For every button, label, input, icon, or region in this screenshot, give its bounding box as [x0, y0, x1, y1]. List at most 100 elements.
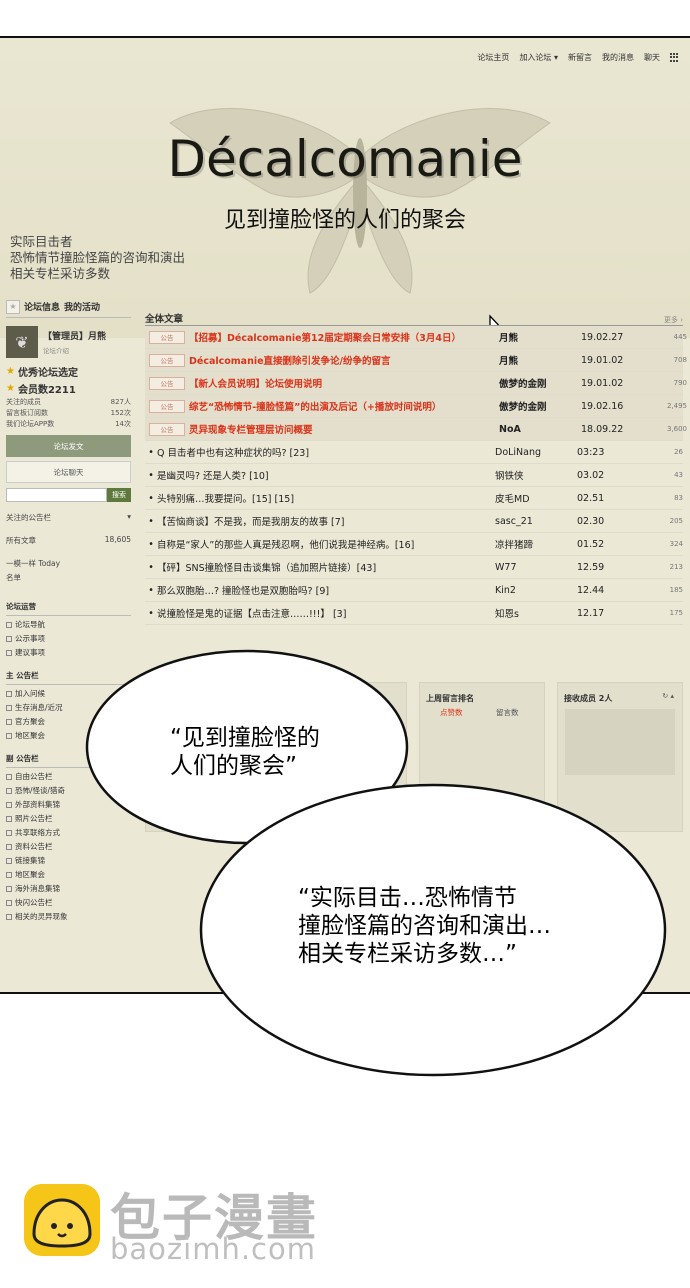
notice-row[interactable]: 公告 Décalcomanie直接删除引发争论/纷争的留言 月熊 19.01.0… [145, 349, 687, 372]
board-link[interactable]: 地区聚会 [6, 731, 131, 741]
search-button[interactable]: 搜索 [107, 488, 131, 502]
post-author[interactable]: 凉拌猪蹄 [495, 537, 577, 551]
nav-home-link[interactable]: 论坛主页 [477, 52, 509, 63]
tags-link[interactable]: 名单 [6, 572, 131, 583]
board-link[interactable]: 官方聚会 [6, 717, 131, 727]
admin-profile[interactable]: ❦ 【管理员】月熊 论坛介绍 [6, 326, 131, 358]
post-title[interactable]: 综艺“恐怖情节-撞脸怪篇”的出演及后记（+播放时间说明） [189, 399, 499, 413]
nav-chat-link[interactable]: 聊天 [644, 52, 660, 63]
board-link[interactable]: 资料公告栏 [6, 842, 131, 852]
board-link[interactable]: 公示事项 [6, 634, 131, 644]
board-link[interactable]: 外部资料集锦 [6, 800, 131, 810]
notice-badge: 公告 [149, 353, 185, 367]
site-subtitle: 见到撞脸怪的人们的聚会 [223, 208, 466, 233]
post-title[interactable]: Q 目击者中也有这种症状的吗? [23] [157, 445, 495, 459]
notice-row[interactable]: 公告 灵异现象专栏管理层访问概要 NoA 18.09.22 3,600 [145, 418, 687, 441]
post-author[interactable]: 知恩s [495, 606, 577, 620]
butterfly-banner-image [169, 108, 551, 294]
board-link[interactable]: 共享联络方式 [6, 828, 131, 838]
post-row[interactable]: • 是幽灵吗? 还是人类? [10] 钢铁侠 03.02 43 [145, 464, 683, 487]
intro-line: 实际目击者 [10, 234, 73, 249]
write-post-button[interactable]: 论坛发文 [6, 435, 131, 457]
post-row[interactable]: • 【苦恼商谈】不是我，而是我朋友的故事 [7] sasc_21 02.30 2… [145, 510, 683, 533]
more-link[interactable]: 更多 › [664, 315, 683, 325]
post-time: 02.51 [577, 492, 605, 504]
ranking-col[interactable]: 访问 [361, 707, 376, 718]
post-title[interactable]: 【招募】Décalcomanie第12届定期聚会日常安排（3月4日） [189, 330, 499, 344]
post-row[interactable]: • 说撞脸怪是鬼的证据【点击注意……!!!】 [3] 知恩s 12.17 175 [145, 602, 683, 625]
post-title[interactable]: 【苦恼商谈】不是我，而是我朋友的故事 [7] [157, 514, 495, 528]
nav-messages-link[interactable]: 我的消息 [602, 52, 634, 63]
nav-new-comments-link[interactable]: 新留言 [568, 52, 592, 63]
board-link[interactable]: 论坛导航 [6, 620, 131, 630]
post-author[interactable]: 钢铁侠 [495, 468, 577, 482]
forum-chat-button[interactable]: 论坛聊天 [6, 461, 131, 483]
board-link[interactable]: 相关的灵异现象 [6, 912, 131, 922]
favorite-boards[interactable]: 关注的公告栏 ▾ [6, 512, 131, 523]
apps-grid-icon[interactable] [670, 52, 680, 63]
comments-tab[interactable]: 留言数 [496, 707, 519, 718]
post-author[interactable]: 皮毛MD [495, 491, 577, 505]
post-title[interactable]: 【新人会员说明】论坛使用说明 [189, 376, 499, 390]
post-author[interactable]: NoA [499, 424, 581, 435]
post-author[interactable]: 傲梦的金刚 [499, 399, 581, 413]
view-count: 43 [674, 471, 683, 479]
post-row[interactable]: • 自称是“家人”的那些人真是残忍啊，他们说我是神经病。[16] 凉拌猪蹄 01… [145, 533, 683, 556]
search-input[interactable] [6, 488, 107, 502]
post-author[interactable]: Kin2 [495, 585, 577, 596]
notice-row[interactable]: 公告 综艺“恐怖情节-撞脸怪篇”的出演及后记（+播放时间说明） 傲梦的金刚 19… [145, 395, 687, 418]
admin-name: 【管理员】月熊 [43, 332, 107, 342]
site-intro: 实际目击者 恐怖情节撞脸怪篇的咨询和演出 相关专栏采访多数 [10, 234, 185, 282]
likes-tab[interactable]: 点赞数 [440, 707, 463, 718]
post-author[interactable]: 傲梦的金刚 [499, 376, 581, 390]
post-time: 02.30 [577, 515, 605, 527]
post-list: 全体文章 更多 › 公告 【招募】Décalcomanie第12届定期聚会日常安… [145, 310, 687, 625]
notice-row[interactable]: 公告 【新人会员说明】论坛使用说明 傲梦的金刚 19.01.02 790 [145, 372, 687, 395]
board-link[interactable]: 照片公告栏 [6, 814, 131, 824]
post-title[interactable]: 头特别痛…我要提问。[15] [15] [157, 491, 495, 505]
board-link[interactable]: 生存消息/近况 [6, 703, 131, 713]
nav-join-link[interactable]: 加入论坛 ▾ [519, 52, 558, 63]
post-title[interactable]: Décalcomanie直接删除引发争论/纷争的留言 [189, 353, 499, 367]
post-author[interactable]: 月熊 [499, 353, 581, 367]
post-author[interactable]: 月熊 [499, 330, 581, 344]
post-author[interactable]: W77 [495, 562, 577, 573]
post-author[interactable]: sasc_21 [495, 516, 577, 527]
post-title[interactable]: 那么双胞胎…? 撞脸怪也是双胞胎吗? [9] [157, 583, 495, 597]
bullet-icon: • [148, 492, 154, 504]
post-title[interactable]: 灵异现象专栏管理层访问概要 [189, 422, 499, 436]
board-link[interactable]: 加入问候 [6, 689, 131, 699]
post-title[interactable]: 说撞脸怪是鬼的证据【点击注意……!!!】 [3] [157, 606, 495, 620]
post-time: 12.17 [577, 607, 605, 619]
refresh-icon[interactable]: ↻ ▴ [662, 692, 674, 700]
post-row[interactable]: • 头特别痛…我要提问。[15] [15] 皮毛MD 02.51 83 [145, 487, 683, 510]
board-link[interactable]: 链接集锦 [6, 856, 131, 866]
view-count: 175 [669, 609, 683, 617]
board-link[interactable]: 自由公告栏 [6, 772, 131, 782]
forum-intro-link[interactable]: 论坛介绍 [43, 345, 106, 355]
post-author[interactable]: DoLiNang [495, 447, 577, 458]
view-count: 2,495 [666, 402, 687, 410]
notice-badge: 公告 [149, 422, 185, 436]
view-count: 3,600 [666, 425, 687, 433]
board-link[interactable]: 地区聚会 [6, 870, 131, 880]
post-row[interactable]: • 【砰】SNS撞脸怪目击谈集锦（追加照片链接）[43] W77 12.59 2… [145, 556, 683, 579]
post-title[interactable]: 【砰】SNS撞脸怪目击谈集锦（追加照片链接）[43] [157, 560, 495, 574]
notice-badge: 公告 [149, 376, 185, 390]
today-link[interactable]: 一模一样 Today [6, 558, 131, 569]
post-title[interactable]: 是幽灵吗? 还是人类? [10] [157, 468, 495, 482]
post-row[interactable]: • Q 目击者中也有这种症状的吗? [23] DoLiNang 03:23 26 [145, 441, 683, 464]
board-link[interactable]: 海外消息集锦 [6, 884, 131, 894]
board-link[interactable]: 恐怖/怪谈/猎奇 [6, 786, 131, 796]
tab-forum-info[interactable]: 论坛信息 [24, 300, 60, 313]
all-posts-link[interactable]: 所有文章 18,605 [6, 535, 131, 546]
notice-row[interactable]: 公告 【招募】Décalcomanie第12届定期聚会日常安排（3月4日） 月熊… [145, 326, 687, 349]
view-count: 708 [673, 356, 687, 364]
board-link[interactable]: 快闪公告栏 [6, 898, 131, 908]
comment-ranking-title: 上周留言排名 [426, 694, 474, 703]
view-count: 26 [674, 448, 683, 456]
tab-my-activity[interactable]: 我的活动 [64, 300, 100, 313]
post-row[interactable]: • 那么双胞胎…? 撞脸怪也是双胞胎吗? [9] Kin2 12.44 185 [145, 579, 683, 602]
post-title[interactable]: 自称是“家人”的那些人真是残忍啊，他们说我是神经病。[16] [157, 537, 495, 551]
board-link[interactable]: 建议事项 [6, 648, 131, 658]
